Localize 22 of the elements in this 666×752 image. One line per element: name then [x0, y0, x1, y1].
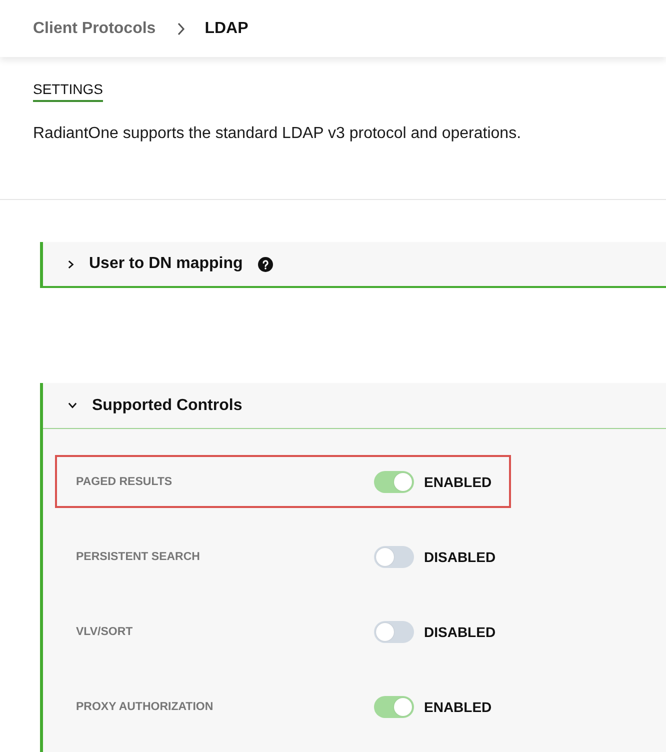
chevron-right-icon: [176, 22, 185, 36]
description-text: RadiantOne supports the standard LDAP v3 protocol and operations.: [33, 124, 522, 144]
toggle-switch[interactable]: [374, 546, 414, 568]
status-label: DISABLED: [424, 624, 496, 640]
section-title: Supported Controls: [92, 396, 242, 414]
breadcrumb-link[interactable]: Client Protocols: [33, 20, 156, 38]
toggle-switch[interactable]: [374, 620, 414, 642]
control-label: PAGED RESULTS: [76, 476, 172, 488]
control-label: PERSISTENT SEARCH: [76, 550, 200, 562]
settings-tab[interactable]: SETTINGS: [33, 81, 104, 102]
control-label: PROXY AUTHORIZATION: [76, 700, 214, 712]
status-label: DISABLED: [424, 548, 496, 564]
help-icon[interactable]: [258, 256, 273, 272]
status-label: ENABLED: [424, 698, 492, 714]
control-label: VLV/SORT: [76, 626, 133, 638]
section-title: User to DN mapping: [89, 255, 243, 273]
toggle-switch[interactable]: [374, 470, 414, 492]
breadcrumb-current: LDAP: [204, 20, 248, 38]
status-label: ENABLED: [424, 474, 492, 490]
chevron-right-icon[interactable]: [68, 260, 74, 268]
toggle-switch[interactable]: [374, 696, 414, 718]
chevron-down-icon[interactable]: [68, 402, 77, 409]
